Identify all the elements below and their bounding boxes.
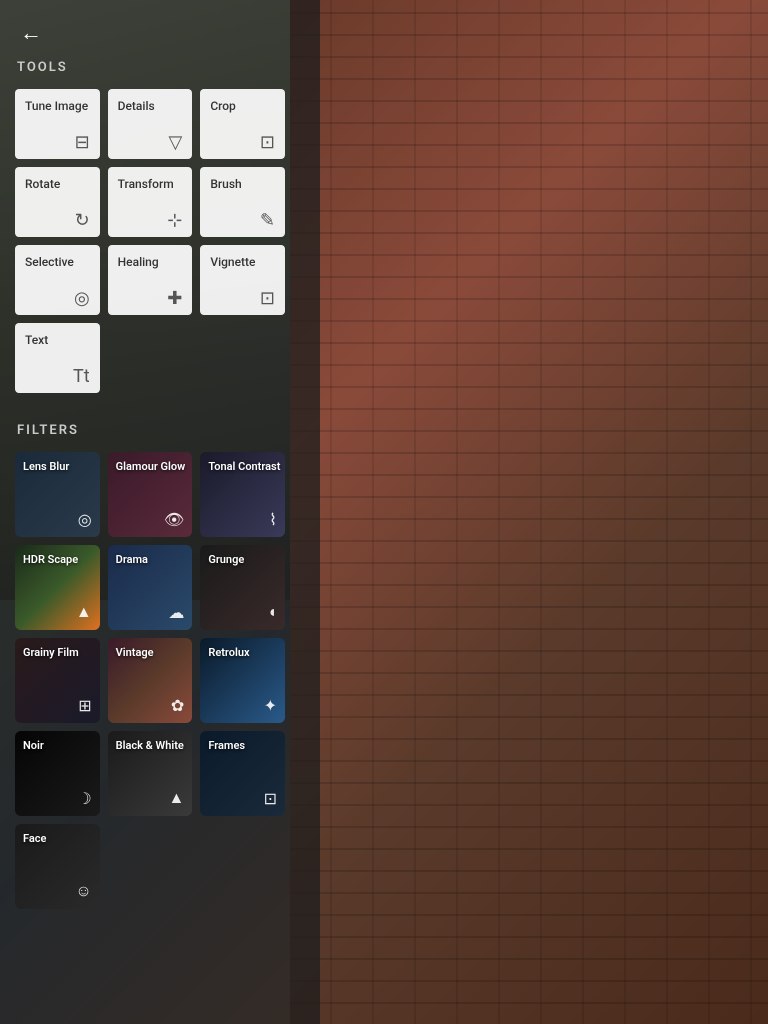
tonal-contrast-icon: ⌇ <box>269 510 277 529</box>
tool-transform[interactable]: Transform ⊹ <box>108 167 193 237</box>
tool-healing[interactable]: Healing ✚ <box>108 245 193 315</box>
tool-vignette[interactable]: Vignette ⊡ <box>200 245 285 315</box>
noir-icon: ☽ <box>77 789 91 808</box>
frames-icon: ⊡ <box>264 789 277 808</box>
filter-vintage[interactable]: Vintage ✿ <box>108 638 193 723</box>
tool-crop[interactable]: Crop ⊡ <box>200 89 285 159</box>
tune-image-icon: ⊟ <box>75 132 90 153</box>
rotate-icon: ↻ <box>75 210 90 231</box>
filter-noir[interactable]: Noir ☽ <box>15 731 100 816</box>
grunge-icon: ◖ <box>267 602 277 622</box>
grainy-film-icon: ⊞ <box>78 696 91 715</box>
vignette-icon: ⊡ <box>260 288 275 309</box>
filter-drama[interactable]: Drama ☁ <box>108 545 193 630</box>
selective-icon: ◎ <box>74 288 90 309</box>
text-icon: Tt <box>73 366 90 387</box>
tool-text[interactable]: Text Tt <box>15 323 100 393</box>
retrolux-icon: ✦ <box>264 696 277 715</box>
tools-section-title: TOOLS <box>17 60 285 75</box>
face-icon: ☺ <box>75 881 91 901</box>
tool-selective[interactable]: Selective ◎ <box>15 245 100 315</box>
filters-section: FILTERS Lens Blur ◎ Glamour Glow 👁 Tonal… <box>15 423 285 909</box>
tool-rotate[interactable]: Rotate ↻ <box>15 167 100 237</box>
filter-grainy-film[interactable]: Grainy Film ⊞ <box>15 638 100 723</box>
filter-glamour-glow[interactable]: Glamour Glow 👁 <box>108 452 193 537</box>
details-icon: ▽ <box>168 132 182 153</box>
filter-black-white[interactable]: Black & White ▲ <box>108 731 193 816</box>
black-white-icon: ▲ <box>168 788 184 808</box>
brush-icon: ✎ <box>260 210 275 231</box>
tool-brush[interactable]: Brush ✎ <box>200 167 285 237</box>
tools-grid: Tune Image ⊟ Details ▽ Crop ⊡ Rotate ↻ T… <box>15 89 285 393</box>
glamour-glow-icon: 👁 <box>164 510 184 529</box>
filter-face[interactable]: Face ☺ <box>15 824 100 909</box>
filter-grunge[interactable]: Grunge ◖ <box>200 545 285 630</box>
filter-hdr-scape[interactable]: HDR Scape ▲ <box>15 545 100 630</box>
filter-retrolux[interactable]: Retrolux ✦ <box>200 638 285 723</box>
healing-icon: ✚ <box>167 288 182 309</box>
tools-panel: TOOLS Tune Image ⊟ Details ▽ Crop ⊡ Rota… <box>0 0 300 1024</box>
back-button[interactable]: ← <box>20 20 42 46</box>
filter-frames[interactable]: Frames ⊡ <box>200 731 285 816</box>
hdr-scape-icon: ▲ <box>76 602 92 622</box>
back-icon: ← <box>20 20 42 45</box>
tool-tune-image[interactable]: Tune Image ⊟ <box>15 89 100 159</box>
filters-grid: Lens Blur ◎ Glamour Glow 👁 Tonal Contras… <box>15 452 285 909</box>
vintage-icon: ✿ <box>171 696 184 715</box>
crop-icon: ⊡ <box>260 132 275 153</box>
filters-section-title: FILTERS <box>17 423 285 438</box>
tool-details[interactable]: Details ▽ <box>108 89 193 159</box>
filter-tonal-contrast[interactable]: Tonal Contrast ⌇ <box>200 452 285 537</box>
lens-blur-icon: ◎ <box>78 510 92 529</box>
filter-lens-blur[interactable]: Lens Blur ◎ <box>15 452 100 537</box>
transform-icon: ⊹ <box>167 210 182 231</box>
drama-icon: ☁ <box>168 603 184 622</box>
